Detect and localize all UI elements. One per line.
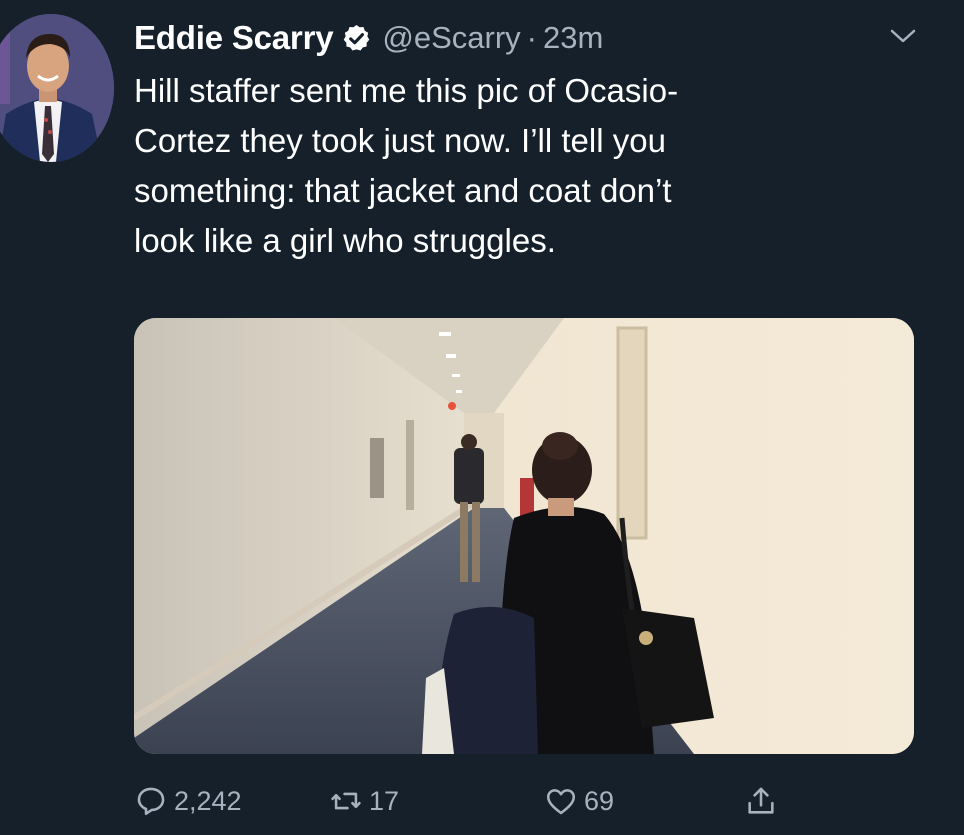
like-button[interactable]: 69 xyxy=(544,784,614,818)
separator-dot: · xyxy=(526,20,537,55)
tweet-text-line: Hill staffer sent me this pic of Ocasio- xyxy=(134,72,679,109)
tweet-text: Hill staffer sent me this pic of Ocasio-… xyxy=(134,66,934,266)
tweet-text-line: Cortez they took just now. I’ll tell you xyxy=(134,122,666,159)
chevron-down-icon[interactable] xyxy=(888,26,918,46)
retweet-icon xyxy=(331,792,361,810)
verified-badge-icon xyxy=(341,23,372,54)
heart-icon xyxy=(546,789,576,815)
tweet-actions: 2,242 17 69 xyxy=(134,776,914,826)
reply-count: 2,242 xyxy=(174,785,242,816)
like-count: 69 xyxy=(584,785,615,816)
tweet-header: Eddie Scarry @eScarry · 23m xyxy=(134,14,603,62)
tweet-photo[interactable] xyxy=(134,318,914,754)
tweet-timestamp[interactable]: 23m xyxy=(543,20,603,56)
display-name[interactable]: Eddie Scarry xyxy=(134,19,334,57)
retweet-count: 17 xyxy=(369,785,400,816)
share-icon xyxy=(748,787,774,814)
share-button[interactable] xyxy=(744,784,784,818)
tweet-text-line: something: that jacket and coat don’t xyxy=(134,172,672,209)
avatar[interactable] xyxy=(0,14,114,162)
reply-icon xyxy=(137,787,165,816)
user-handle[interactable]: @eScarry xyxy=(382,20,520,56)
tweet-text-line: look like a girl who struggles. xyxy=(134,222,556,259)
reply-button[interactable]: 2,242 xyxy=(134,784,242,818)
retweet-button[interactable]: 17 xyxy=(329,784,399,818)
